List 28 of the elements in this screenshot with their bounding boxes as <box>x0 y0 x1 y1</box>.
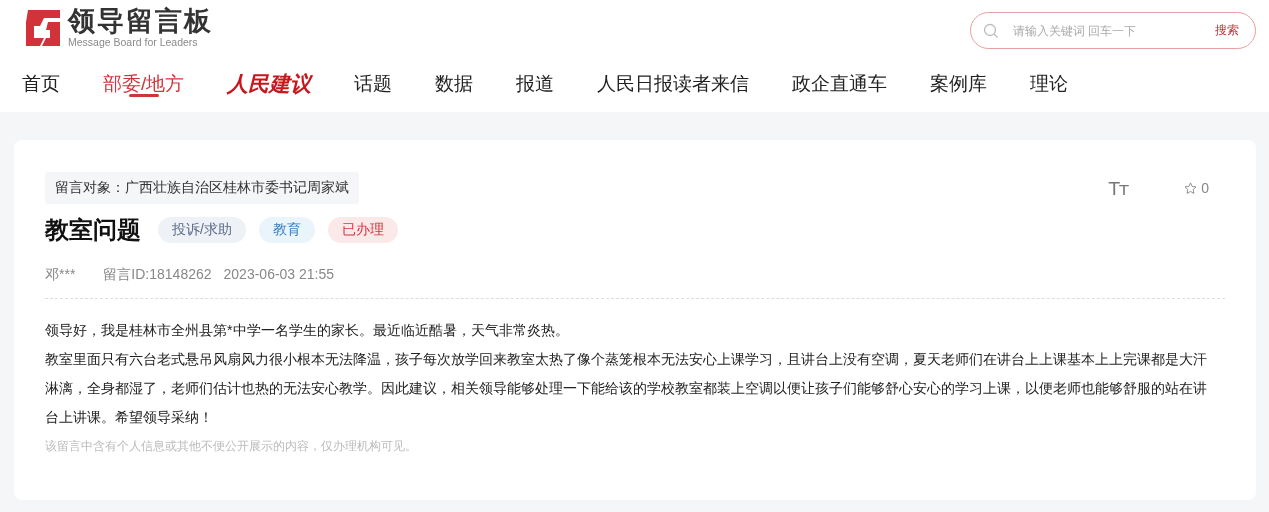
recipient-label: 留言对象：广西壮族自治区桂林市委书记周家斌 <box>45 172 359 204</box>
search-button[interactable]: 搜索 <box>1215 22 1239 39</box>
author-name: 邓*** <box>45 266 76 284</box>
tag-label: 已办理 <box>327 217 398 243</box>
message-id: 留言ID:18148262 <box>103 266 212 284</box>
nav-tab[interactable]: 首页 <box>22 56 60 97</box>
nav-tab[interactable]: 数据 <box>435 56 474 97</box>
message-time: 2023-06-03 21:55 <box>223 266 335 284</box>
search-icon <box>983 22 999 39</box>
message-title: 教室问题 <box>45 215 141 245</box>
nav-tab[interactable]: 话题 <box>354 56 393 97</box>
star-icon[interactable] <box>1184 181 1198 195</box>
nav-tab[interactable]: 政企直通车 <box>792 56 888 97</box>
tag-label: 投诉/求助 <box>158 217 246 243</box>
nav-tab[interactable]: 部委/地方 <box>103 56 185 97</box>
message-paragraph: 教室里面只有六台老式悬吊风扇风力很小根本无法降温，孩子每次放学回来教室太热了像个蒸笼根本无法安心上课学习，且讲台上没有空调，夏天老师们在讲台上上课基本上上完课都是大汗淋漓，全身都湿了，老师们估计也热的无法安心教学。因此建议，相关领导能够处理一下能给该的学校教室都装上空调以便让孩子们能够舒心安心的学习上课，以便老师也能够舒服的站在讲台上讲课。希望领导采纳！ <box>45 350 1208 427</box>
privacy-note: 该留言中含有个人信息或其他不便公开展示的内容，仅办理机构可见。 <box>45 438 418 455</box>
font-size-button[interactable]: Tт <box>1108 177 1129 199</box>
message-paragraph: 领导好，我是桂林市全州县第*中学一名学生的家长。最近临近酷暑，天气非常炎热。 <box>45 321 570 340</box>
nav-tab[interactable]: 人民日报读者来信 <box>597 56 750 97</box>
nav-tab[interactable]: 理论 <box>1030 56 1069 97</box>
nav-tab[interactable]: 人民建议 <box>227 56 312 100</box>
tag-label: 教育 <box>258 217 315 243</box>
nav-tab[interactable]: 案例库 <box>930 56 988 97</box>
logo-title: 领导留言板 <box>68 6 213 36</box>
favorite-count: 0 <box>1201 180 1209 196</box>
nav-tab[interactable]: 报道 <box>516 56 555 97</box>
logo-subtitle: Message Board for Leaders <box>68 36 199 48</box>
